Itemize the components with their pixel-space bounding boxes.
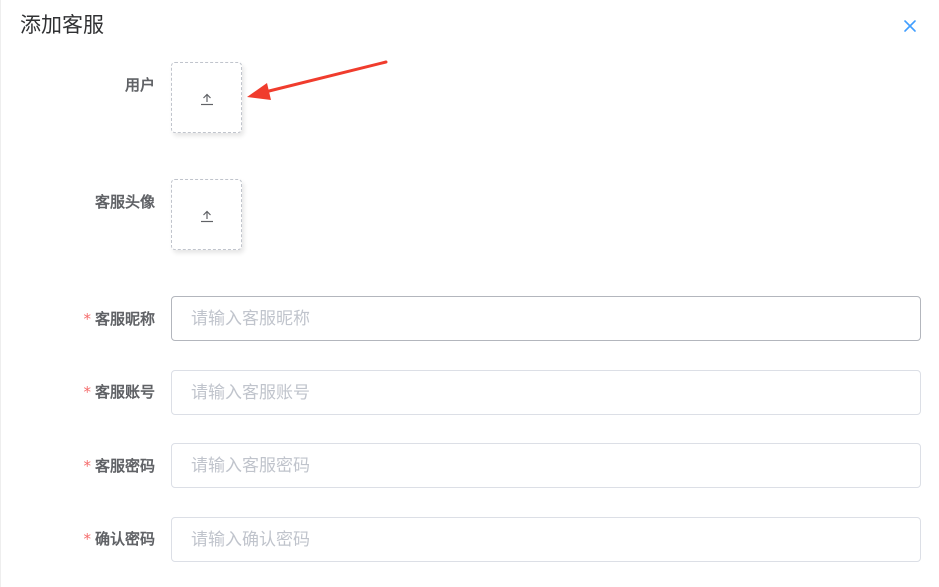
- annotation-arrow: [247, 60, 388, 100]
- required-mark: *: [83, 530, 91, 548]
- avatar-label: 客服头像: [94, 193, 155, 211]
- user-upload-button[interactable]: [171, 62, 242, 133]
- close-icon[interactable]: [900, 16, 920, 36]
- dialog-title: 添加客服: [20, 13, 104, 37]
- account-input[interactable]: [171, 370, 921, 415]
- avatar-upload-button[interactable]: [171, 179, 242, 250]
- nickname-label: * 客服昵称: [83, 310, 155, 328]
- upload-icon: [201, 93, 213, 106]
- account-label: * 客服账号: [83, 383, 155, 401]
- required-mark: *: [83, 383, 91, 401]
- password-label: * 客服密码: [83, 457, 155, 475]
- confirm-password-label: * 确认密码: [83, 530, 155, 548]
- nickname-input[interactable]: [171, 296, 921, 341]
- upload-icon: [201, 210, 213, 223]
- password-input[interactable]: [171, 443, 921, 488]
- required-mark: *: [83, 310, 91, 328]
- add-customer-service-dialog: 添加客服 用户 客服头像 * 客服昵称 请输入客服昵称 * 客服账号 请输入客服…: [0, 0, 939, 587]
- user-label: 用户: [124, 76, 155, 94]
- required-mark: *: [83, 457, 91, 475]
- confirm-password-input[interactable]: [171, 517, 921, 562]
